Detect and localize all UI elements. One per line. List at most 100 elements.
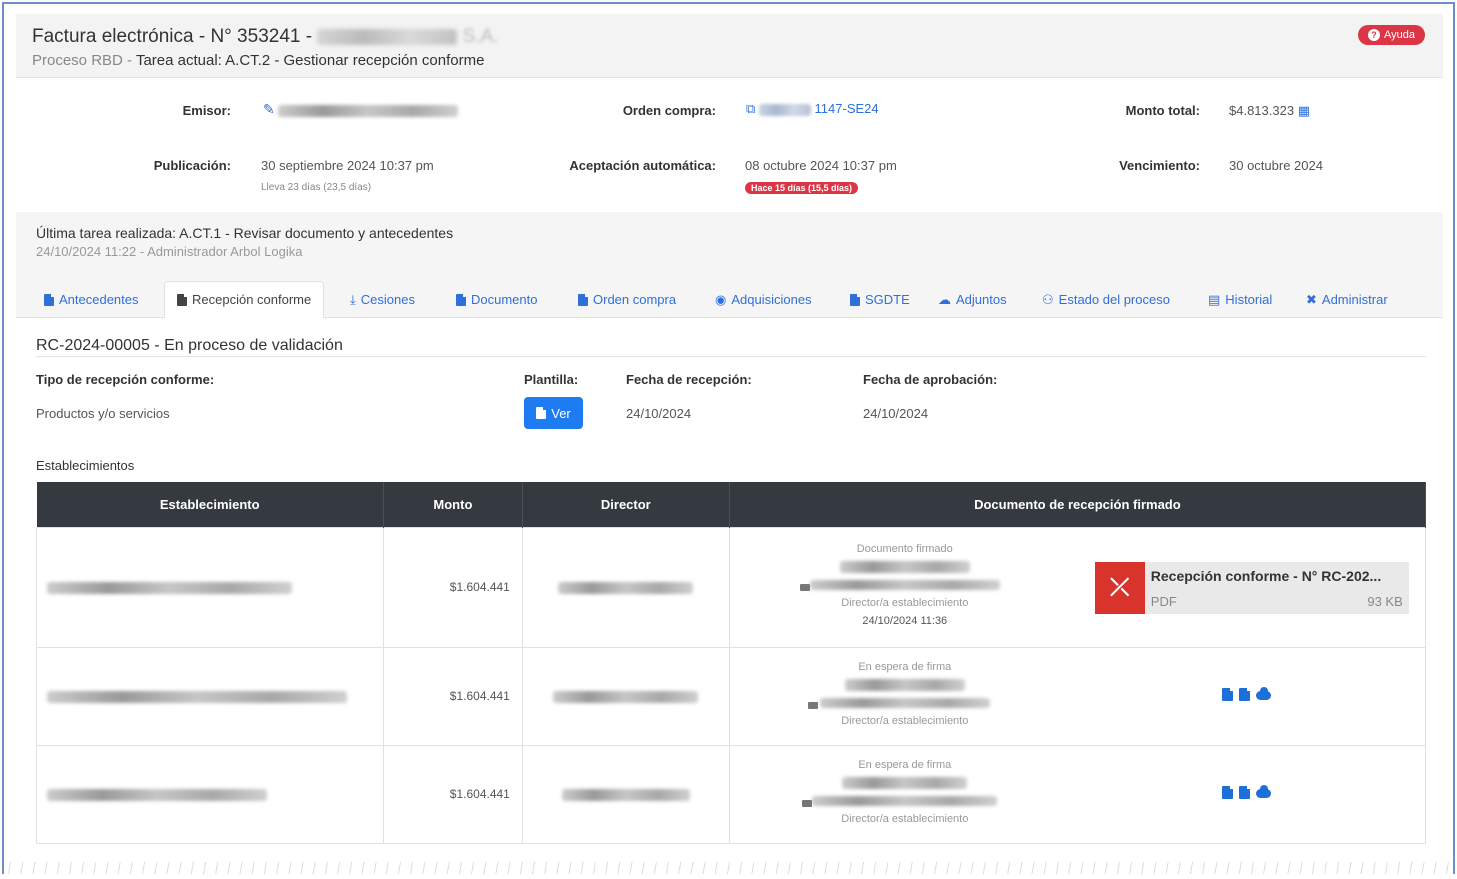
- establecimiento-cell: [36, 526, 384, 648]
- pdf-attachment[interactable]: ⤫ Recepción conforme - N° RC-202... PDF …: [1094, 561, 1409, 614]
- calendar-icon: ▤: [1208, 291, 1221, 307]
- monto-value: $4.813.323 ▦: [1229, 103, 1310, 118]
- last-task-title: Última tarea realizada: A.CT.1 - Revisar…: [36, 225, 454, 241]
- col-director: Director: [522, 482, 730, 527]
- orden-label: Orden compra:: [622, 103, 716, 118]
- envelope-icon: [807, 701, 818, 709]
- table-header-row: Establecimiento Monto Director Documento…: [36, 482, 1427, 527]
- edit-icon: ✎: [263, 101, 275, 117]
- orden-link[interactable]: ⧉ 1147-SE24: [746, 101, 879, 117]
- divider: [36, 356, 1426, 357]
- monto-cell: $1.604.441: [382, 744, 523, 844]
- basket-icon: ◉: [715, 291, 727, 307]
- sitemap-icon: ⚇: [1042, 291, 1054, 307]
- monto-label: Monto total:: [1125, 103, 1200, 118]
- help-button[interactable]: ? Ayuda: [1358, 25, 1425, 45]
- page-header: Factura electrónica - N° 353241 - S.A. P…: [16, 14, 1443, 78]
- tab-historial[interactable]: ▤ Historial: [1196, 281, 1284, 318]
- sign-document-icon[interactable]: [1221, 687, 1233, 701]
- tab-adquisiciones[interactable]: ◉ Adquisiciones: [703, 281, 824, 318]
- tab-estado-proceso[interactable]: ⚇ Estado del proceso: [1030, 281, 1182, 318]
- tab-documento[interactable]: Documento: [444, 281, 549, 318]
- tab-antecedentes[interactable]: Antecedentes: [32, 281, 151, 318]
- row-actions: [1221, 686, 1271, 701]
- aceptacion-badge: Hace 15 días (15,5 días): [745, 182, 859, 194]
- rc-title: RC-2024-00005 - En proceso de validación: [36, 337, 343, 354]
- documento-cell: Documento firmado Director/a establecimi…: [728, 526, 1427, 648]
- director-cell: [521, 744, 730, 844]
- redacted-emisor: [278, 104, 459, 117]
- table-row: $1.604.441 En espera de firma Director/a…: [36, 744, 1427, 844]
- establecimiento-cell: [36, 646, 384, 746]
- view-document-icon[interactable]: [1238, 687, 1250, 701]
- tipo-value: Productos y/o servicios: [36, 406, 170, 421]
- last-task-meta: 24/10/2024 11:22 - Administrador Arbol L…: [36, 244, 303, 259]
- monto-cell: $1.604.441: [382, 646, 523, 746]
- col-monto: Monto: [383, 482, 523, 527]
- file-icon: [578, 293, 588, 306]
- torn-edge: [4, 862, 1453, 874]
- upload-cloud-icon[interactable]: [1255, 686, 1271, 700]
- redacted-orden-prefix: [758, 103, 811, 116]
- documento-cell: En espera de firma Director/a establecim…: [728, 744, 1427, 844]
- publicacion-value: 30 septiembre 2024 10:37 pm: [261, 158, 434, 173]
- page-title: Factura electrónica - N° 353241 - S.A.: [32, 26, 499, 47]
- redacted-issuer-name: [317, 28, 458, 45]
- fecha-recepcion-label: Fecha de recepción:: [626, 372, 752, 387]
- question-icon: ?: [1368, 29, 1380, 41]
- tab-orden-compra[interactable]: Orden compra: [566, 281, 688, 318]
- invoice-info: Emisor: ✎ Orden compra: ⧉ 1147-SE24 Mont…: [16, 90, 1443, 210]
- tipo-label: Tipo de recepción conforme:: [36, 372, 215, 387]
- col-establecimiento: Establecimiento: [36, 482, 384, 527]
- file-icon: [44, 293, 54, 306]
- file-icon: [850, 293, 860, 306]
- ver-button[interactable]: Ver: [524, 397, 583, 429]
- aceptacion-label: Aceptación automática:: [569, 158, 716, 173]
- row-actions: [1221, 784, 1271, 799]
- vencimiento-value: 30 octubre 2024: [1229, 158, 1323, 173]
- establecimientos-table: Establecimiento Monto Director Documento…: [36, 482, 1427, 844]
- pdf-icon: ⤫: [1094, 561, 1145, 614]
- aceptacion-value: 08 octubre 2024 10:37 pm: [745, 158, 897, 173]
- file-icon: [177, 293, 187, 306]
- establecimiento-cell: [36, 744, 384, 844]
- table-icon[interactable]: ▦: [1298, 103, 1310, 118]
- page-subtitle: Proceso RBD - Tarea actual: A.CT.2 - Ges…: [32, 52, 485, 69]
- director-cell: [521, 526, 730, 648]
- pdf-name: Recepción conforme - N° RC-202...: [1150, 567, 1382, 584]
- tab-cesiones[interactable]: ⤓ Cesiones: [338, 281, 427, 318]
- documento-cell: En espera de firma Director/a establecim…: [728, 646, 1427, 746]
- view-document-icon[interactable]: [1238, 785, 1250, 799]
- table-row: $1.604.441 Documento firmado Director/a …: [36, 526, 1427, 648]
- director-cell: [521, 646, 730, 746]
- publicacion-label: Publicación:: [153, 158, 231, 173]
- hand-icon: ⤓: [350, 291, 356, 307]
- tab-adjuntos[interactable]: ☁ Adjuntos: [926, 281, 1019, 318]
- tab-bar: Antecedentes Recepción conforme ⤓ Cesione…: [16, 270, 1443, 318]
- tab-administrar[interactable]: ✖ Administrar: [1294, 281, 1400, 318]
- pdf-size: 93 KB: [1367, 593, 1403, 609]
- tab-recepcion-conforme[interactable]: Recepción conforme: [164, 281, 325, 318]
- tab-sgdte[interactable]: SGDTE: [838, 281, 922, 318]
- vencimiento-label: Vencimiento:: [1119, 158, 1200, 173]
- last-task-panel: Última tarea realizada: A.CT.1 - Revisar…: [16, 212, 1443, 270]
- fecha-aprobacion-label: Fecha de aprobación:: [863, 372, 998, 387]
- app-window: Factura electrónica - N° 353241 - S.A. P…: [2, 2, 1455, 874]
- upload-cloud-icon[interactable]: [1255, 784, 1271, 798]
- table-row: $1.604.441 En espera de firma Director/a…: [36, 646, 1427, 746]
- cloud-icon: ☁: [938, 291, 951, 307]
- monto-cell: $1.604.441: [382, 526, 523, 648]
- plantilla-label: Plantilla:: [524, 372, 579, 387]
- external-link-icon: ⧉: [746, 101, 756, 116]
- file-pdf-icon: [456, 293, 466, 306]
- fecha-recepcion-value: 24/10/2024: [626, 406, 692, 421]
- publicacion-note: Lleva 23 días (23,5 días): [261, 182, 372, 193]
- tools-icon: ✖: [1306, 291, 1317, 307]
- fecha-aprobacion-value: 24/10/2024: [863, 406, 929, 421]
- envelope-icon: [799, 583, 810, 591]
- emisor-label: Emisor:: [182, 103, 231, 118]
- emisor-value[interactable]: ✎: [263, 101, 459, 118]
- establecimientos-title: Establecimientos: [36, 458, 135, 473]
- sign-document-icon[interactable]: [1221, 785, 1233, 799]
- pdf-type: PDF: [1150, 593, 1177, 609]
